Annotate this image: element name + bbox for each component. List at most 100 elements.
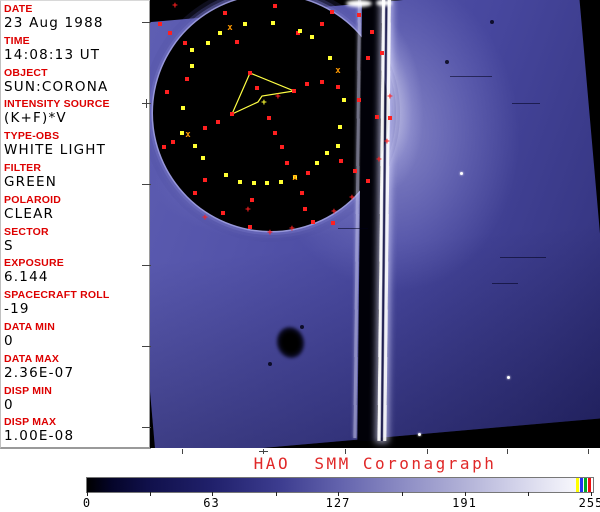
red-marker-dot	[331, 221, 335, 225]
frame-tick	[507, 449, 508, 454]
yellow-marker-dot	[298, 29, 302, 33]
red-marker-dot	[230, 112, 234, 116]
colorbar-gradient	[87, 478, 593, 492]
yellow-marker-dot	[252, 181, 256, 185]
field-value: S	[4, 238, 149, 255]
yellow-marker-dot	[336, 144, 340, 148]
yellow-marker-plus: +	[260, 99, 269, 108]
red-marker-dot	[158, 22, 162, 26]
red-marker-dot	[375, 115, 379, 119]
field-value: 2.36E-07	[4, 365, 149, 382]
yellow-marker-dot	[310, 35, 314, 39]
yellow-marker-dot	[206, 41, 210, 45]
frame-tick	[142, 346, 151, 347]
red-marker-dot	[193, 191, 197, 195]
field-value: (K+F)*V	[4, 110, 149, 127]
field-value: 0	[4, 397, 149, 414]
red-marker-dot	[183, 41, 187, 45]
red-marker-plus: +	[171, 2, 180, 11]
colorbar-tick	[528, 492, 529, 496]
red-marker-dot	[366, 179, 370, 183]
metadata-field: OBJECTSUN:CORONA	[1, 65, 149, 97]
frame-tick	[345, 449, 346, 454]
field-value: 6.144	[4, 269, 149, 286]
frame-plus-tick	[146, 99, 147, 108]
red-marker-dot	[388, 116, 392, 120]
metadata-field: TIME14:08:13 UT	[1, 33, 149, 65]
yellow-marker-dot	[243, 22, 247, 26]
metadata-field: SPACECRAFT ROLL-19	[1, 287, 149, 319]
field-value: 0	[4, 333, 149, 350]
red-marker-dot	[273, 131, 277, 135]
yellow-marker-dot	[342, 98, 346, 102]
yellow-marker-dot	[238, 180, 242, 184]
red-marker-plus: +	[266, 229, 275, 238]
metadata-field: TYPE-OBSWHITE LIGHT	[1, 128, 149, 160]
red-marker-dot	[353, 169, 357, 173]
metadata-field: INTENSITY SOURCE(K+F)*V	[1, 96, 149, 128]
red-marker-plus: +	[348, 194, 357, 203]
field-label: DATA MIN	[4, 319, 149, 333]
red-marker-dot	[357, 13, 361, 17]
metadata-field: DISP MIN0	[1, 383, 149, 415]
red-marker-dot	[320, 22, 324, 26]
red-marker-dot	[305, 82, 309, 86]
orange-marker-x: x	[226, 24, 235, 33]
orange-marker-x: x	[334, 67, 343, 76]
red-marker-dot	[357, 98, 361, 102]
field-label: SECTOR	[4, 224, 149, 238]
red-marker-plus: +	[201, 214, 210, 223]
metadata-field: DATA MAX2.36E-07	[1, 351, 149, 383]
colorbar-axis: 063127191255	[87, 492, 593, 512]
field-label: DATE	[4, 1, 149, 15]
red-marker-dot	[267, 116, 271, 120]
yellow-marker-dot	[325, 151, 329, 155]
frame-tick	[588, 449, 589, 454]
red-marker-dot	[223, 11, 227, 15]
yellow-marker-dot	[265, 181, 269, 185]
colorbar-tick	[276, 492, 277, 496]
coronagraph-image[interactable]: ++++++++++++xxxx	[150, 0, 600, 448]
red-marker-dot	[248, 71, 252, 75]
red-marker-dot	[339, 159, 343, 163]
colorbar-marker-stripe	[584, 478, 587, 492]
frame-tick	[142, 22, 151, 23]
metadata-panel: DATE23 Aug 1988TIME14:08:13 UTOBJECTSUN:…	[0, 0, 151, 449]
colorbar-tick	[402, 492, 403, 496]
colorbar-tick	[150, 492, 151, 496]
field-label: EXPOSURE	[4, 255, 149, 269]
colorbar-tick-label: 127	[318, 496, 358, 510]
red-marker-plus: +	[330, 208, 339, 217]
frame-tick	[142, 427, 151, 428]
red-marker-dot	[168, 31, 172, 35]
red-marker-plus: +	[288, 225, 297, 234]
red-marker-dot	[235, 40, 239, 44]
field-value: GREEN	[4, 174, 149, 191]
red-marker-dot	[273, 4, 277, 8]
red-marker-dot	[280, 145, 284, 149]
colorbar-marker-stripe	[576, 478, 579, 492]
red-marker-dot	[366, 56, 370, 60]
marker-layer: ++++++++++++xxxx	[150, 0, 600, 448]
field-label: OBJECT	[4, 65, 149, 79]
red-marker-plus: +	[386, 93, 395, 102]
field-label: TIME	[4, 33, 149, 47]
metadata-field: DISP MAX1.00E-08	[1, 414, 149, 446]
metadata-field: DATE23 Aug 1988	[1, 1, 149, 33]
red-marker-dot	[216, 120, 220, 124]
red-marker-plus: +	[375, 156, 384, 165]
colorbar-marker-stripe	[580, 478, 583, 492]
field-value: 14:08:13 UT	[4, 47, 149, 64]
field-label: DISP MIN	[4, 383, 149, 397]
red-marker-dot	[306, 171, 310, 175]
red-marker-dot	[248, 225, 252, 229]
frame-tick	[182, 449, 183, 454]
field-label: INTENSITY SOURCE	[4, 96, 149, 110]
yellow-marker-dot	[190, 64, 194, 68]
field-label: FILTER	[4, 160, 149, 174]
red-marker-dot	[380, 51, 384, 55]
frame-tick	[142, 265, 151, 266]
yellow-marker-dot	[338, 125, 342, 129]
red-marker-dot	[203, 126, 207, 130]
red-marker-dot	[171, 140, 175, 144]
